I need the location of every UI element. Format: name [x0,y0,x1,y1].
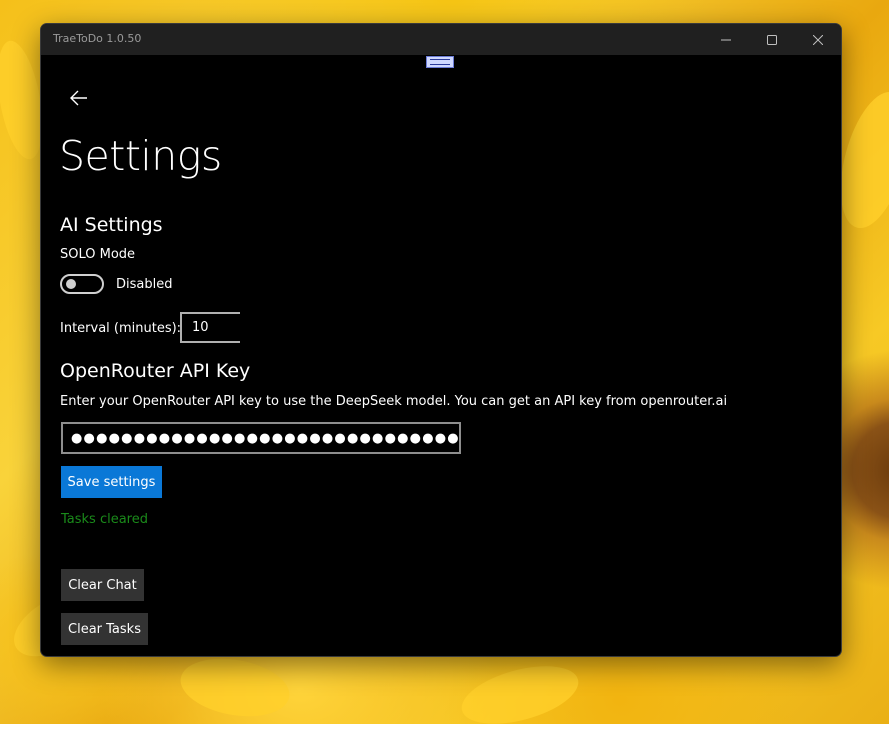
drag-handle[interactable] [426,56,454,68]
maximize-button[interactable] [749,24,795,55]
page-title: Settings [59,132,222,180]
status-message: Tasks cleared [61,512,148,527]
api-key-description: Enter your OpenRouter API key to use the… [60,394,728,409]
interval-input[interactable] [180,312,240,343]
clear-tasks-button[interactable]: Clear Tasks [61,613,148,645]
drag-handle-icon [430,59,450,65]
solo-mode-label: SOLO Mode [60,247,136,262]
wallpaper-petal [455,655,585,735]
close-button[interactable] [795,24,841,55]
wallpaper-petal [176,650,294,725]
minimize-button[interactable] [703,24,749,55]
back-button[interactable] [63,82,95,114]
api-key-field[interactable]: ●●●●●●●●●●●●●●●●●●●●●●●●●●●●●●●●●●●●●●●●… [61,422,461,454]
openrouter-heading: OpenRouter API Key [60,360,251,382]
title-bar[interactable]: TraeToDo 1.0.50 [41,24,841,55]
minimize-icon [721,39,731,40]
maximize-icon [767,34,777,45]
back-arrow-icon [70,90,87,106]
app-window: TraeToDo 1.0.50 Settings AI Settings SOL… [40,23,842,657]
toggle-knob [66,279,76,289]
api-key-masked-value: ●●●●●●●●●●●●●●●●●●●●●●●●●●●●●●●●●●●●●●●●… [71,430,460,446]
close-icon [813,34,823,45]
window-title: TraeToDo 1.0.50 [53,32,142,45]
clear-chat-button[interactable]: Clear Chat [61,569,144,601]
interval-label: Interval (minutes): [60,321,182,336]
save-settings-button[interactable]: Save settings [61,466,162,498]
ai-settings-heading: AI Settings [60,214,163,236]
solo-mode-toggle[interactable] [60,274,104,294]
solo-mode-state: Disabled [116,277,173,292]
